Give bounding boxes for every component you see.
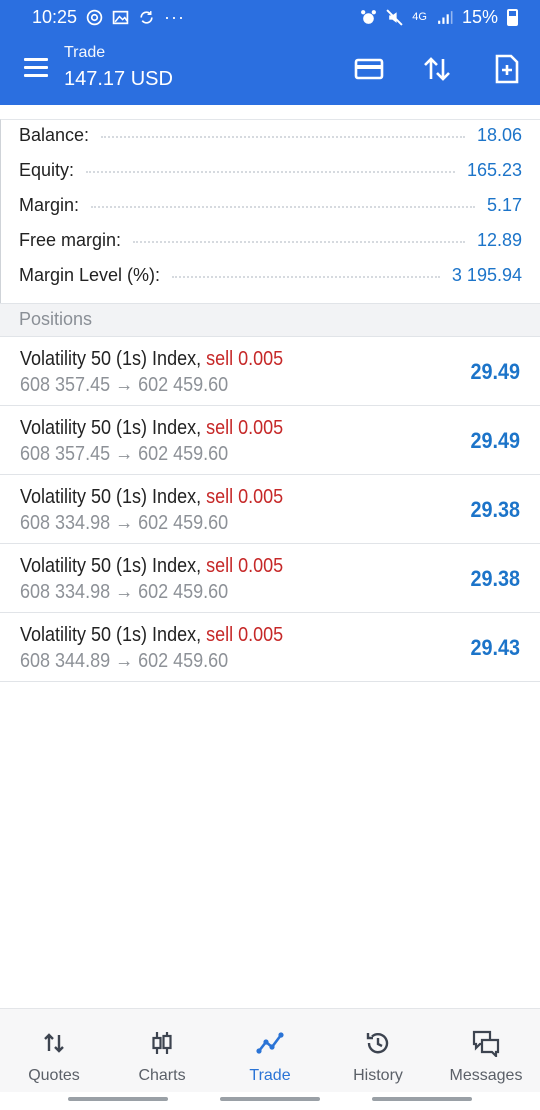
position-title: Volatility 50 (1s) Index, sell 0.005 <box>20 555 283 578</box>
tab-label: History <box>353 1067 403 1084</box>
position-symbol: Volatility 50 (1s) Index, <box>20 486 202 508</box>
summary-row-margin: Margin: 5.17 <box>19 190 522 220</box>
account-summary: Balance: 18.06 Equity: 165.23 Margin: 5.… <box>0 119 540 304</box>
sort-arrows-icon <box>424 57 450 81</box>
at-sign-icon <box>86 9 103 25</box>
position-row[interactable]: Volatility 50 (1s) Index, sell 0.005 608… <box>0 475 540 544</box>
tab-trade[interactable]: Trade <box>216 1009 324 1092</box>
bottom-tab-bar: Quotes Charts Trade History Messages <box>0 1008 540 1092</box>
title-block: Trade 147.17 USD <box>64 44 173 91</box>
alarm-icon <box>361 9 377 24</box>
position-prices: 608 357.45 → 602 459.60 <box>20 374 229 396</box>
card-icon <box>354 58 384 80</box>
tab-label: Trade <box>249 1067 291 1084</box>
quotes-icon <box>44 1033 64 1053</box>
network-type: 4G <box>412 11 427 23</box>
position-row[interactable]: Volatility 50 (1s) Index, sell 0.005 608… <box>0 544 540 613</box>
position-row[interactable]: Volatility 50 (1s) Index, sell 0.005 608… <box>0 337 540 406</box>
page-title: Trade <box>64 44 106 61</box>
battery-percent: 15% <box>461 6 498 27</box>
charts-icon <box>152 1032 172 1054</box>
tab-charts[interactable]: Charts <box>108 1009 216 1092</box>
mute-icon <box>386 8 403 26</box>
new-document-icon <box>495 54 519 84</box>
position-profit: 29.43 <box>470 635 520 660</box>
position-row[interactable]: Volatility 50 (1s) Index, sell 0.005 608… <box>0 406 540 475</box>
position-title: Volatility 50 (1s) Index, sell 0.005 <box>20 624 283 647</box>
summary-label: Free margin: <box>19 229 122 250</box>
tab-label: Quotes <box>28 1067 80 1084</box>
summary-value: 18.06 <box>476 124 522 145</box>
position-symbol: Volatility 50 (1s) Index, <box>20 555 202 577</box>
nav-back-hint[interactable] <box>68 1097 168 1101</box>
position-side: sell 0.005 <box>206 348 284 370</box>
position-side: sell 0.005 <box>206 486 284 508</box>
summary-row-balance: Balance: 18.06 <box>19 120 522 150</box>
status-time: 10:25 <box>32 6 78 27</box>
menu-icon[interactable] <box>24 58 48 78</box>
more-notifications-icon: ··· <box>164 6 186 27</box>
position-profit: 29.38 <box>470 497 520 522</box>
position-prices: 608 344.89 → 602 459.60 <box>20 650 229 672</box>
app-bar: Trade 147.17 USD <box>0 34 540 105</box>
tab-messages[interactable]: Messages <box>432 1009 540 1092</box>
signal-icon <box>438 10 453 24</box>
summary-label: Equity: <box>19 159 75 180</box>
sort-button[interactable] <box>420 52 454 86</box>
position-prices: 608 334.98 → 602 459.60 <box>20 512 229 534</box>
status-bar: 10:25 ··· 4G 15% <box>0 0 540 34</box>
position-prices: 608 357.45 → 602 459.60 <box>20 443 229 465</box>
position-side: sell 0.005 <box>206 555 284 577</box>
sync-icon <box>140 10 153 24</box>
position-title: Volatility 50 (1s) Index, sell 0.005 <box>20 348 283 371</box>
summary-row-equity: Equity: 165.23 <box>19 155 522 185</box>
positions-list: Volatility 50 (1s) Index, sell 0.005 608… <box>0 337 540 682</box>
position-title: Volatility 50 (1s) Index, sell 0.005 <box>20 417 283 440</box>
summary-value: 165.23 <box>466 159 522 180</box>
nav-home-hint[interactable] <box>220 1097 320 1101</box>
positions-section-header: Positions <box>0 303 540 337</box>
gallery-icon <box>112 10 129 24</box>
summary-row-margin-level: Margin Level (%): 3 195.94 <box>19 260 522 290</box>
summary-row-free-margin: Free margin: 12.89 <box>19 225 522 255</box>
dotted-leader <box>133 241 465 243</box>
position-symbol: Volatility 50 (1s) Index, <box>20 624 202 646</box>
trade-icon <box>256 1032 284 1054</box>
summary-label: Margin: <box>19 194 80 215</box>
positions-header-label: Positions <box>19 309 93 329</box>
tab-label: Charts <box>138 1067 186 1084</box>
position-side: sell 0.005 <box>206 624 284 646</box>
dotted-leader <box>91 206 475 208</box>
battery-icon <box>507 8 518 26</box>
position-profit: 29.49 <box>470 359 520 384</box>
summary-label: Balance: <box>19 124 90 145</box>
position-symbol: Volatility 50 (1s) Index, <box>20 348 202 370</box>
summary-value: 12.89 <box>476 229 522 250</box>
new-order-button[interactable] <box>490 52 524 86</box>
tab-quotes[interactable]: Quotes <box>0 1009 108 1092</box>
tab-label: Messages <box>449 1067 523 1084</box>
position-row[interactable]: Volatility 50 (1s) Index, sell 0.005 608… <box>0 613 540 682</box>
summary-value: 5.17 <box>486 194 522 215</box>
dotted-leader <box>101 136 465 138</box>
position-prices: 608 334.98 → 602 459.60 <box>20 581 229 603</box>
summary-value: 3 195.94 <box>451 264 522 285</box>
position-symbol: Volatility 50 (1s) Index, <box>20 417 202 439</box>
dotted-leader <box>86 171 455 173</box>
position-title: Volatility 50 (1s) Index, sell 0.005 <box>20 486 283 509</box>
position-profit: 29.49 <box>470 428 520 453</box>
position-side: sell 0.005 <box>206 417 284 439</box>
nav-recents-hint[interactable] <box>372 1097 472 1101</box>
deposit-button[interactable] <box>352 52 386 86</box>
position-profit: 29.38 <box>470 566 520 591</box>
tab-history[interactable]: History <box>324 1009 432 1092</box>
summary-label: Margin Level (%): <box>19 264 161 285</box>
messages-icon <box>472 1030 500 1057</box>
history-icon <box>366 1033 389 1054</box>
dotted-leader <box>172 276 440 278</box>
account-balance: 147.17 USD <box>64 68 173 90</box>
